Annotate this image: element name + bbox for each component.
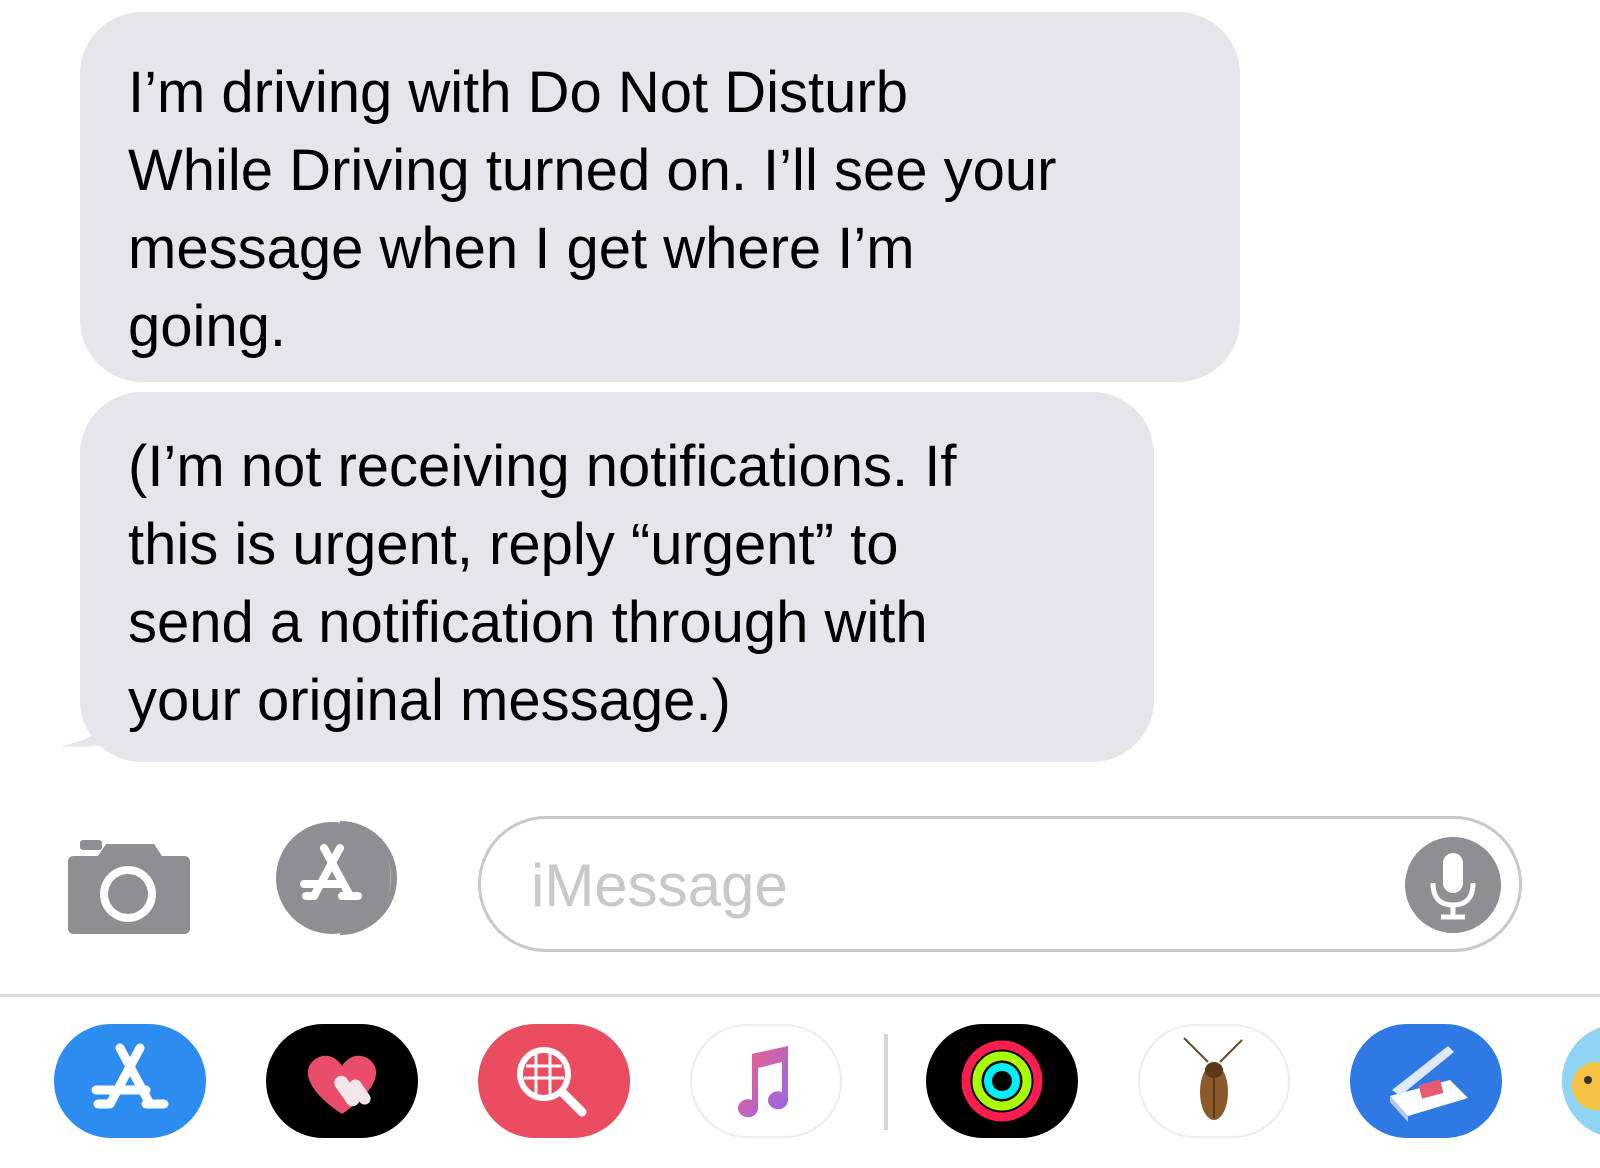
- image-search-app[interactable]: [478, 1024, 630, 1138]
- message-text-line: While Driving turned on. I’ll see your: [128, 138, 1057, 203]
- camera-button[interactable]: [66, 838, 194, 938]
- message-text-line: your original message.): [128, 668, 731, 733]
- message-text-line: (I’m not receiving notifications. If: [128, 434, 957, 499]
- message-bubble-incoming[interactable]: I’m driving with Do Not Disturb While Dr…: [80, 12, 1240, 382]
- message-text-line: message when I get where I’m: [128, 216, 915, 281]
- input-placeholder: iMessage: [531, 852, 788, 919]
- digital-touch-app[interactable]: [266, 1024, 418, 1138]
- message-text-line: going.: [128, 294, 287, 359]
- sticker-icon: [1183, 1037, 1243, 1120]
- app-store-icon: [91, 1043, 169, 1109]
- apps-button[interactable]: [270, 818, 420, 940]
- digital-touch-icon: [307, 1055, 377, 1114]
- drawer-divider: [884, 1034, 888, 1130]
- message-text-line: I’m driving with Do Not Disturb: [128, 60, 908, 125]
- sticker-app-partial[interactable]: [1562, 1024, 1600, 1138]
- camera-icon: [68, 840, 190, 934]
- scanner-icon: [1390, 1046, 1468, 1122]
- microphone-icon: [1405, 837, 1501, 933]
- activity-icon: [961, 1040, 1043, 1122]
- bubble-tail: [60, 700, 126, 747]
- image-search-icon: [517, 1047, 587, 1117]
- sticker-app-icon: [1572, 1062, 1600, 1110]
- message-text-line: this is urgent, reply “urgent” to: [128, 512, 899, 577]
- divider: [0, 994, 1600, 997]
- music-icon: [738, 1046, 789, 1118]
- dictation-button[interactable]: [1403, 835, 1503, 935]
- sticker-app[interactable]: [1138, 1024, 1290, 1138]
- message-input[interactable]: iMessage: [478, 816, 1522, 952]
- scanner-app[interactable]: [1350, 1024, 1502, 1138]
- music-app[interactable]: [690, 1024, 842, 1138]
- message-bubble-incoming[interactable]: (I’m not receiving notifications. If thi…: [80, 392, 1154, 762]
- message-text-line: send a notification through with: [128, 590, 928, 655]
- activity-app[interactable]: [926, 1024, 1078, 1138]
- app-store-app[interactable]: [54, 1024, 206, 1138]
- app-store-icon: [276, 821, 397, 935]
